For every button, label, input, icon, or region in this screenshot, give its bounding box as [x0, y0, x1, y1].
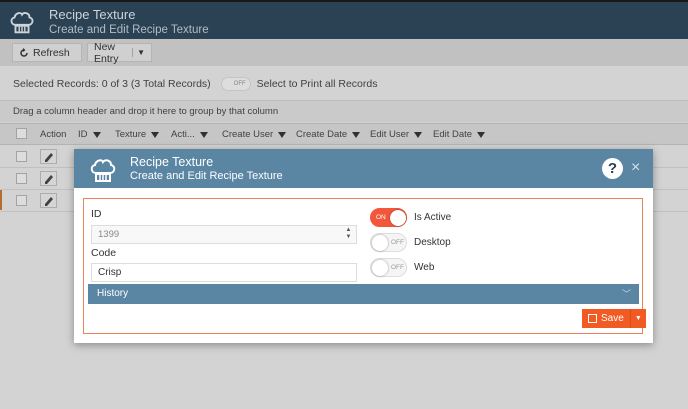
toggle-state: ON [376, 214, 386, 221]
modal-subtitle: Create and Edit Recipe Texture [130, 170, 283, 182]
desktop-label: Desktop [414, 237, 451, 248]
web-toggle[interactable]: OFF [370, 258, 407, 277]
close-icon[interactable]: × [631, 159, 640, 177]
is-active-label: Is Active [414, 212, 452, 223]
recipe-texture-modal: Recipe Texture Create and Edit Recipe Te… [74, 149, 653, 343]
history-panel-header[interactable]: History ﹀ [88, 284, 639, 304]
code-field[interactable]: Crisp [91, 263, 357, 282]
save-label: Save [601, 313, 624, 324]
id-label: ID [91, 208, 102, 220]
modal-header: Recipe Texture Create and Edit Recipe Te… [74, 149, 653, 188]
toggle-state: OFF [391, 264, 404, 271]
save-button-group: Save ▼ [582, 309, 646, 328]
toggle-state: OFF [391, 239, 404, 246]
modal-title: Recipe Texture [130, 155, 214, 169]
help-icon[interactable]: ? [602, 158, 623, 179]
code-value: Crisp [98, 267, 122, 278]
code-label: Code [91, 247, 117, 259]
history-label: History [97, 288, 129, 299]
web-label: Web [414, 262, 435, 273]
modal-form: ID 1399 ▲ ▼ Code Crisp ON Is Active OFF D… [83, 198, 646, 334]
chef-hat-icon [90, 159, 116, 182]
id-value: 1399 [98, 229, 120, 240]
id-spinner[interactable]: ▲ ▼ [344, 227, 353, 242]
chevron-down-icon[interactable]: ﹀ [622, 287, 631, 300]
id-field: 1399 ▲ ▼ [91, 225, 357, 244]
save-button[interactable]: Save [582, 309, 630, 328]
desktop-toggle[interactable]: OFF [370, 233, 407, 252]
floppy-disk-icon [588, 314, 597, 323]
is-active-toggle[interactable]: ON [370, 208, 407, 227]
save-options-dropdown[interactable]: ▼ [629, 309, 646, 328]
